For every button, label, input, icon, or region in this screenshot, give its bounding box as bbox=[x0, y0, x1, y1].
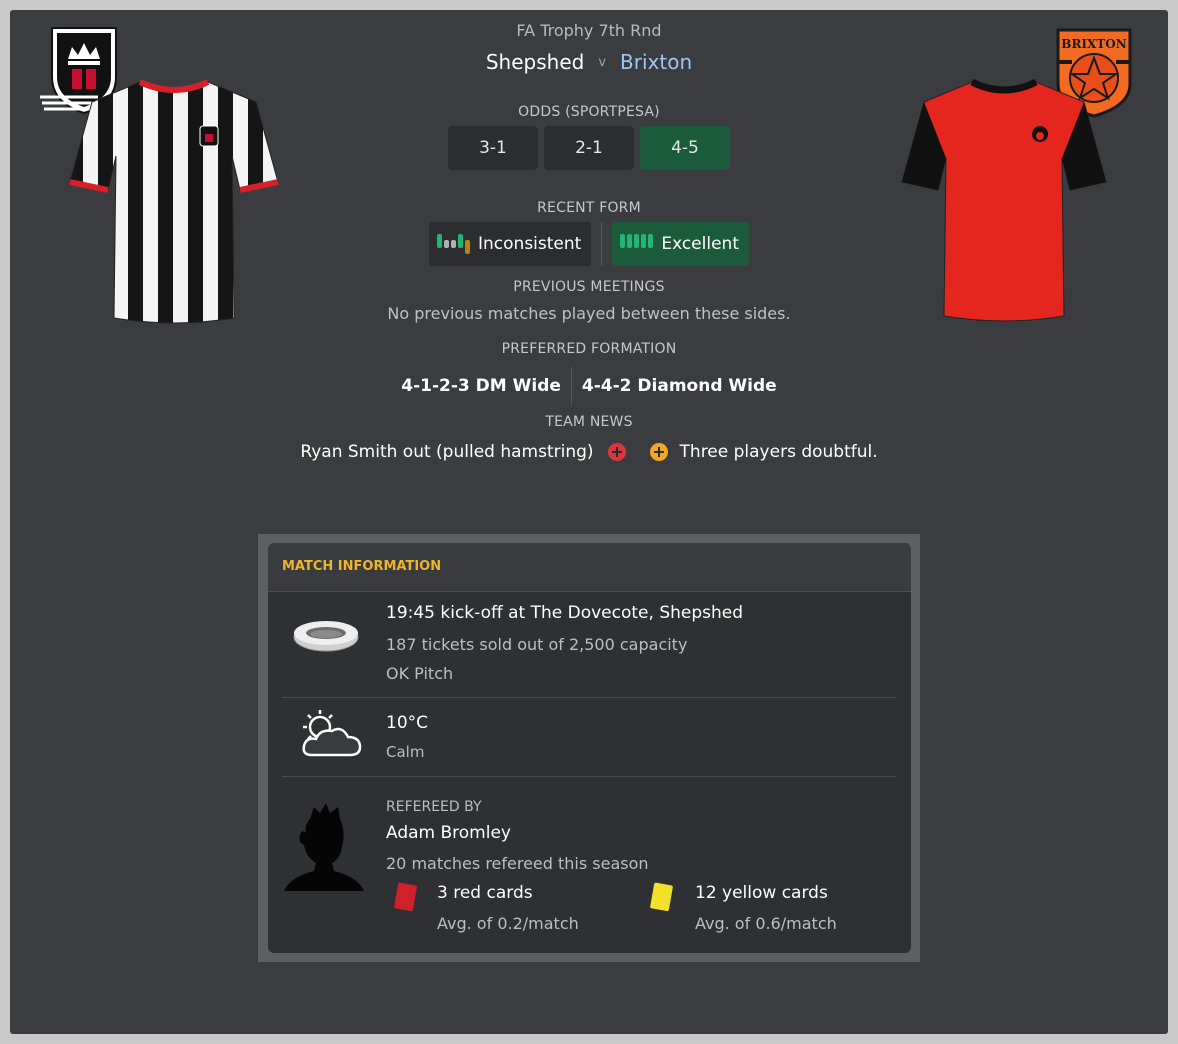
match-info-card: MATCH INFORMATION 19:45 kick-off at The … bbox=[268, 543, 911, 953]
match-info-title: MATCH INFORMATION bbox=[268, 543, 911, 592]
away-formation: 4-4-2 Diamond Wide bbox=[581, 376, 777, 396]
fixture-teams: Shepshed v Brixton bbox=[0, 50, 1178, 74]
odds-title: ODDS (SPORTPESA) bbox=[518, 104, 660, 120]
home-team-name[interactable]: Shepshed bbox=[486, 50, 584, 74]
away-team-link[interactable]: Brixton bbox=[620, 50, 692, 74]
venue-pitch: OK Pitch bbox=[386, 664, 454, 683]
form-result-bar bbox=[444, 240, 450, 248]
home-formation: 4-1-2-3 DM Wide bbox=[401, 376, 561, 396]
formation-divider bbox=[570, 367, 572, 405]
previous-meetings-title: PREVIOUS MEETINGS bbox=[513, 279, 665, 295]
recent-form-title: RECENT FORM bbox=[537, 200, 641, 216]
form-result-bar bbox=[620, 234, 626, 248]
referee-name[interactable]: Adam Bromley bbox=[386, 823, 511, 843]
away-doubtful-plus-icon bbox=[649, 443, 668, 461]
yellow-cards-average: Avg. of 0.6/match bbox=[695, 914, 837, 933]
home-team-news[interactable]: Ryan Smith out (pulled hamstring) bbox=[300, 442, 593, 462]
red-card-icon bbox=[394, 882, 417, 912]
formation-row: 4-1-2-3 DM Wide 4-4-2 Diamond Wide bbox=[0, 367, 1178, 405]
weather-wind: Calm bbox=[386, 743, 425, 761]
form-result-bar bbox=[451, 240, 457, 248]
form-divider bbox=[601, 222, 603, 266]
odds-away-win[interactable]: 4-5 bbox=[640, 126, 730, 170]
form-result-bar bbox=[648, 234, 654, 248]
recent-form-row: Inconsistent Excellent bbox=[0, 222, 1178, 266]
yellow-cards-count: 12 yellow cards bbox=[695, 883, 828, 903]
away-team-news[interactable]: Three players doubtful. bbox=[680, 442, 878, 462]
venue-kickoff[interactable]: 19:45 kick-off at The Dovecote, Shepshed bbox=[386, 603, 743, 623]
away-form-badge[interactable]: Excellent bbox=[612, 222, 749, 266]
form-result-bar bbox=[437, 234, 443, 248]
form-result-bar bbox=[627, 234, 633, 248]
form-result-bar bbox=[465, 240, 471, 254]
home-form-badge[interactable]: Inconsistent bbox=[429, 222, 592, 266]
form-result-bar bbox=[641, 234, 647, 248]
yellow-card-icon bbox=[650, 882, 673, 912]
partly-cloudy-icon bbox=[302, 710, 362, 757]
form-result-bar bbox=[458, 234, 464, 248]
venue-tickets: 187 tickets sold out of 2,500 capacity bbox=[386, 635, 688, 654]
home-form-bars-icon bbox=[437, 234, 471, 254]
referee-matches: 20 matches refereed this season bbox=[386, 854, 649, 873]
home-injury-plus-icon bbox=[607, 443, 626, 461]
away-form-label: Excellent bbox=[661, 234, 739, 254]
versus-label: v bbox=[598, 54, 607, 70]
competition-label: FA Trophy 7th Rnd bbox=[516, 21, 662, 40]
info-separator bbox=[282, 776, 896, 777]
referee-silhouette-icon bbox=[284, 803, 364, 891]
team-news-title: TEAM NEWS bbox=[545, 414, 633, 430]
red-cards-count: 3 red cards bbox=[437, 883, 533, 903]
formation-title: PREFERRED FORMATION bbox=[501, 341, 677, 357]
home-form-label: Inconsistent bbox=[478, 234, 582, 254]
previous-meetings-text: No previous matches played between these… bbox=[387, 304, 791, 323]
odds-row: 3-1 2-1 4-5 bbox=[0, 126, 1178, 170]
odds-home-win[interactable]: 3-1 bbox=[448, 126, 538, 170]
referee-title: REFEREED BY bbox=[386, 799, 482, 815]
odds-draw[interactable]: 2-1 bbox=[544, 126, 634, 170]
team-news-row: Ryan Smith out (pulled hamstring) Three … bbox=[0, 442, 1178, 462]
red-cards-average: Avg. of 0.2/match bbox=[437, 914, 579, 933]
weather-temperature: 10°C bbox=[386, 713, 429, 733]
away-form-bars-icon bbox=[620, 234, 654, 254]
info-separator bbox=[282, 697, 896, 698]
stadium-icon bbox=[293, 621, 359, 652]
form-result-bar bbox=[634, 234, 640, 248]
